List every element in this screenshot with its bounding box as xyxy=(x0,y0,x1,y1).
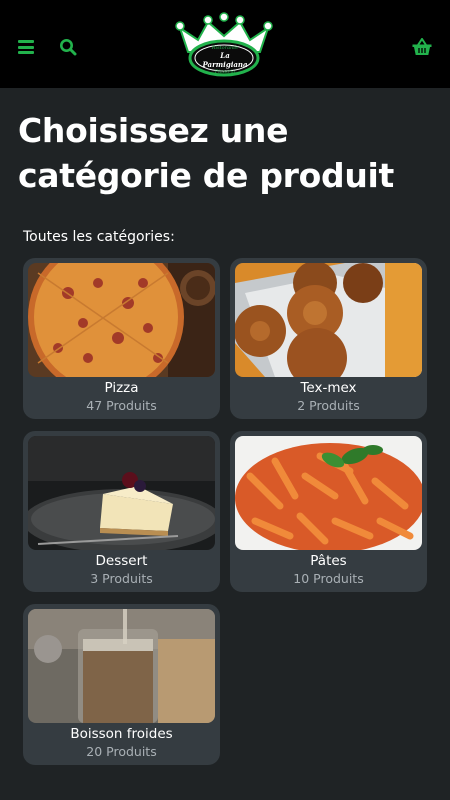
drink-image xyxy=(28,609,215,723)
category-name: Tex-mex xyxy=(300,380,357,396)
category-card-dessert[interactable]: Dessert 3 Produits xyxy=(23,431,220,592)
search-icon[interactable] xyxy=(59,38,77,56)
category-count: 2 Produits xyxy=(297,398,360,413)
category-name: Boisson froides xyxy=(70,726,173,742)
category-card-tex-mex[interactable]: Tex-mex 2 Produits xyxy=(230,258,427,419)
basket-icon[interactable] xyxy=(412,38,432,56)
category-card-pizza[interactable]: Pizza 47 Produits xyxy=(23,258,220,419)
hamburger-icon[interactable] xyxy=(18,40,34,54)
category-count: 47 Produits xyxy=(86,398,157,413)
category-count: 3 Produits xyxy=(90,571,153,586)
category-card-pates[interactable]: Pâtes 10 Produits xyxy=(230,431,427,592)
tex-mex-image xyxy=(235,263,422,377)
category-count: 10 Produits xyxy=(293,571,364,586)
logo-text: Ristorante La Parmigiana Pizzeria xyxy=(197,45,253,75)
section-label: Toutes les catégories: xyxy=(23,229,175,245)
pizza-image xyxy=(28,263,215,377)
page-title: Choisissez une catégorie de produit xyxy=(18,111,394,195)
top-bar: Ristorante La Parmigiana Pizzeria xyxy=(0,0,450,88)
category-count: 20 Produits xyxy=(86,744,157,759)
category-card-boisson-froides[interactable]: Boisson froides 20 Produits xyxy=(23,604,220,765)
category-name: Pâtes xyxy=(310,553,347,569)
dessert-image xyxy=(28,436,215,550)
logo-brand: La Parmigiana xyxy=(202,51,248,69)
category-name: Dessert xyxy=(95,553,148,569)
category-name: Pizza xyxy=(104,380,139,396)
logo-line-3: Pizzeria xyxy=(214,69,236,75)
pasta-image xyxy=(235,436,422,550)
